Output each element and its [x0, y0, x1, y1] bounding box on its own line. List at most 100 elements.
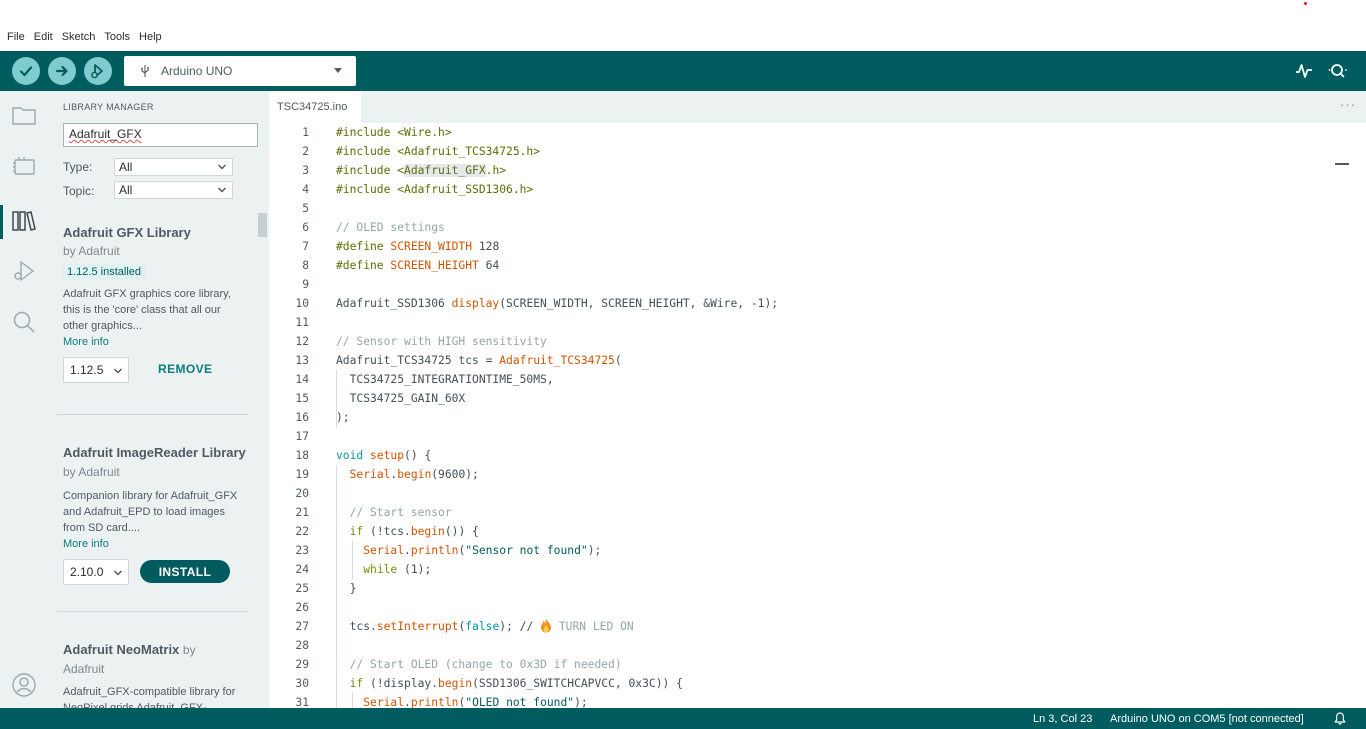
code-token: ); — [587, 544, 602, 557]
code-token: Adafruit_TCS34725 tcs = — [336, 354, 500, 367]
line-code: #define SCREEN_HEIGHT 64 — [336, 256, 499, 275]
library-item: Adafruit ImageReader Library by Adafruit… — [63, 443, 248, 585]
line-number: 31 — [295, 696, 309, 708]
code-token: // Sensor with HIGH sensitivity — [336, 335, 547, 348]
chevron-down-icon — [217, 187, 227, 193]
code-line: 26 — [269, 598, 1349, 617]
toolbar: Arduino UNO — [0, 51, 1366, 91]
line-code: Adafruit_SSD1306 display(SCREEN_WIDTH, S… — [336, 294, 778, 313]
panel-scrollbar[interactable] — [258, 213, 267, 237]
line-code: while (1); — [336, 560, 431, 579]
menu-edit[interactable]: Edit — [34, 31, 53, 43]
code-token: ); — [336, 411, 350, 424]
code-token: 128 — [472, 240, 500, 253]
line-code: Serial.begin(9600); — [336, 465, 479, 484]
red-dot-marker — [1304, 2, 1307, 5]
library-description: Adafruit_GFX-compatible library for NeoP… — [63, 686, 236, 708]
code-line: 4 #include <Adafruit_SSD1306.h> — [269, 180, 1349, 199]
upload-button[interactable] — [48, 57, 76, 85]
divider — [57, 611, 249, 612]
line-code: // Start OLED (change to 0x3D if needed) — [336, 655, 622, 674]
more-tabs-button[interactable]: ··· — [1340, 97, 1356, 112]
code-line: 9 — [269, 275, 1349, 294]
more-info-link[interactable]: More info — [63, 536, 248, 552]
library-author: Adafruit — [63, 662, 105, 676]
folder-icon[interactable] — [10, 101, 38, 129]
verify-button[interactable] — [12, 57, 40, 85]
serial-plotter-icon[interactable] — [1294, 61, 1314, 81]
code-editor[interactable]: 1 #include <Wire.h> 2 #include <Adafruit_T… — [269, 123, 1349, 708]
more-info-link[interactable]: More info — [63, 334, 248, 350]
menu-file[interactable]: File — [7, 31, 25, 43]
code-token: "OLED not found" — [465, 696, 575, 708]
menu-bar: File Edit Sketch Tools Help — [0, 0, 1366, 51]
line-number: 30 — [295, 677, 309, 690]
code-token: void — [336, 449, 364, 462]
code-token: begin — [397, 468, 432, 481]
code-token: if — [349, 677, 364, 690]
install-button[interactable]: INSTALL — [140, 560, 230, 583]
line-number: 8 — [302, 259, 309, 272]
code-token: #define — [336, 259, 391, 272]
account-icon[interactable] — [10, 671, 38, 699]
code-token: (!display. — [363, 677, 439, 690]
library-icon[interactable] — [10, 207, 38, 235]
library-name-wrap: Adafruit NeoMatrix by — [63, 640, 248, 660]
code-token: . — [404, 696, 411, 708]
code-token: false — [465, 620, 500, 633]
code-line: 11 — [269, 313, 1349, 332]
code-line: 2 #include <Adafruit_TCS34725.h> — [269, 142, 1349, 161]
topic-value: All — [119, 183, 133, 197]
library-name: Adafruit ImageReader Library — [63, 445, 246, 460]
type-select[interactable]: All — [114, 158, 233, 176]
code-line: 10 Adafruit_SSD1306 display(SCREEN_WIDTH,… — [269, 294, 1349, 313]
code-token: begin — [438, 677, 473, 690]
remove-button[interactable]: REMOVE — [158, 362, 212, 376]
code-line: 22 if (!tcs.begin()) { — [269, 522, 1349, 541]
board-port-status[interactable]: Arduino UNO on COM5 [not connected] — [1110, 713, 1304, 725]
code-token: #include <Adafruit_TCS34725.h> — [336, 145, 541, 158]
installed-badge: 1.12.5 installed — [63, 264, 145, 280]
debug-icon[interactable] — [10, 257, 38, 285]
topic-select[interactable]: All — [114, 181, 233, 199]
code-token: begin — [410, 525, 445, 538]
search-icon[interactable] — [10, 308, 38, 336]
line-code: TCS34725_GAIN_60X — [336, 389, 466, 408]
code-token: #define — [336, 240, 391, 253]
library-search-input[interactable]: Adafruit_GFX — [63, 123, 258, 147]
boards-icon[interactable] — [10, 152, 38, 180]
library-author: by Adafruit — [63, 465, 120, 479]
line-number: 17 — [295, 430, 309, 443]
bell-icon[interactable] — [1334, 712, 1346, 725]
line-number: 27 — [295, 620, 309, 633]
code-token: (9600); — [431, 468, 479, 481]
status-bar: Ln 3, Col 23 Arduino UNO on COM5 [not co… — [0, 708, 1366, 729]
code-line: 12 // Sensor with HIGH sensitivity — [269, 332, 1349, 351]
library-author: by Adafruit — [63, 244, 120, 258]
code-token: } — [336, 582, 357, 595]
tab-sketch-file[interactable]: TSC34725.ino — [269, 91, 361, 123]
version-select[interactable]: 1.12.5 — [63, 357, 129, 383]
menu-sketch[interactable]: Sketch — [62, 31, 96, 43]
code-token: ()) { — [444, 525, 479, 538]
serial-monitor-icon[interactable] — [1328, 61, 1348, 81]
menu-tools[interactable]: Tools — [104, 31, 130, 43]
usb-icon — [141, 65, 149, 77]
cursor-position[interactable]: Ln 3, Col 23 — [1033, 713, 1092, 725]
debug-button[interactable] — [84, 57, 112, 85]
board-selector[interactable]: Arduino UNO — [124, 56, 356, 86]
line-number: 28 — [295, 639, 309, 652]
library-description: Adafruit GFX graphics core library, this… — [63, 288, 231, 332]
type-value: All — [119, 160, 133, 174]
code-token: (1); — [397, 563, 432, 576]
version-select[interactable]: 2.10.0 — [63, 559, 129, 585]
menu-help[interactable]: Help — [139, 31, 162, 43]
arrow-right-icon — [55, 65, 68, 77]
menu-list: File Edit Sketch Tools Help — [7, 31, 162, 43]
